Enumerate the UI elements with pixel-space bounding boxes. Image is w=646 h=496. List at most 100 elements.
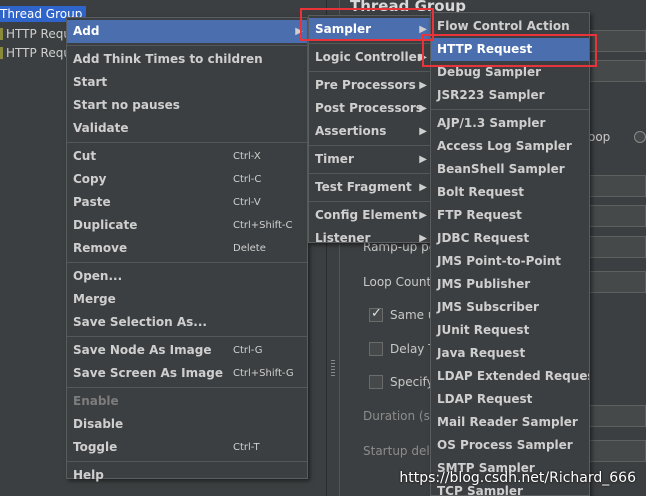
shortcut-label: Ctrl+Shift-C <box>233 220 293 231</box>
menu-item-timer[interactable]: Timer ▶ <box>309 148 431 171</box>
menu-item-label: Java Request <box>437 346 526 360</box>
add-submenu: Sampler ▶ Logic Controller ▶ Pre Processor… <box>308 15 432 245</box>
menu-item-jms-subscriber[interactable]: JMS Subscriber <box>431 296 589 319</box>
menu-item-os-process-sampler[interactable]: OS Process Sampler <box>431 434 589 457</box>
menu-item-label: Mail Reader Sampler <box>437 415 578 429</box>
menu-item-label: FTP Request <box>437 208 522 222</box>
action-radio[interactable] <box>634 131 646 143</box>
menu-item-toggle[interactable]: Toggle Ctrl-T <box>67 436 307 459</box>
shortcut-label: Ctrl-T <box>233 442 260 453</box>
menu-item-paste[interactable]: Paste Ctrl-V <box>67 191 307 214</box>
menu-item-save-selection[interactable]: Save Selection As... <box>67 311 307 334</box>
splitter-grip-icon <box>331 360 335 376</box>
arrow-right-icon: ▶ <box>419 233 427 244</box>
menu-item-pre-processors[interactable]: Pre Processors ▶ <box>309 74 431 97</box>
menu-item-label: Disable <box>73 417 124 431</box>
arrow-right-icon: ▶ <box>419 103 427 114</box>
menu-item-label: LDAP Extended Request <box>437 369 590 383</box>
arrow-right-icon: ▶ <box>419 210 427 221</box>
menu-item-validate[interactable]: Validate <box>67 117 307 140</box>
menu-item-jms-point-to-point[interactable]: JMS Point-to-Point <box>431 250 589 273</box>
menu-item-add[interactable]: Add ▶ <box>67 20 307 43</box>
menu-item-label: Assertions <box>315 124 387 138</box>
arrow-right-icon: ▶ <box>419 154 427 165</box>
tree-node-http-request[interactable]: HTTP Requ <box>0 26 71 42</box>
menu-item-merge[interactable]: Merge <box>67 288 307 311</box>
menu-item-jsr223-sampler[interactable]: JSR223 Sampler <box>431 84 589 107</box>
menu-item-label: BeanShell Sampler <box>437 162 565 176</box>
menu-item-add-think-times[interactable]: Add Think Times to children <box>67 48 307 71</box>
menu-item-post-processors[interactable]: Post Processors ▶ <box>309 97 431 120</box>
menu-item-label: JUnit Request <box>437 323 530 337</box>
menu-item-label: Save Node As Image <box>73 343 212 357</box>
menu-separator <box>309 71 431 72</box>
sampler-submenu: Flow Control Action HTTP Request Debug S… <box>430 12 590 496</box>
menu-item-label: Validate <box>73 121 129 135</box>
menu-item-save-screen-image[interactable]: Save Screen As Image Ctrl+Shift-G <box>67 362 307 385</box>
menu-item-label: Enable <box>73 394 119 408</box>
same-user-checkbox[interactable] <box>369 306 383 322</box>
menu-item-label: Duplicate <box>73 218 138 232</box>
menu-item-remove[interactable]: Remove Delete <box>67 237 307 260</box>
arrow-right-icon: ▶ <box>419 80 427 91</box>
menu-item-mail-reader-sampler[interactable]: Mail Reader Sampler <box>431 411 589 434</box>
menu-item-jms-publisher[interactable]: JMS Publisher <box>431 273 589 296</box>
menu-item-help[interactable]: Help <box>67 464 307 487</box>
menu-item-label: Start no pauses <box>73 98 180 112</box>
annotation-box-http-request <box>422 34 597 67</box>
tree-node-label: HTTP Requ <box>6 27 71 41</box>
menu-item-label: Remove <box>73 241 128 255</box>
menu-item-beanshell-sampler[interactable]: BeanShell Sampler <box>431 158 589 181</box>
delay-checkbox[interactable] <box>369 342 383 356</box>
tree-node-http-request[interactable]: HTTP Requ <box>0 45 71 61</box>
menu-item-label: Paste <box>73 195 111 209</box>
menu-item-label: Cut <box>73 149 97 163</box>
menu-item-duplicate[interactable]: Duplicate Ctrl+Shift-C <box>67 214 307 237</box>
menu-item-label: Toggle <box>73 440 118 454</box>
menu-item-access-log-sampler[interactable]: Access Log Sampler <box>431 135 589 158</box>
menu-item-assertions[interactable]: Assertions ▶ <box>309 120 431 143</box>
menu-separator <box>309 173 431 174</box>
menu-item-label: Logic Controller <box>315 50 423 64</box>
specify-checkbox[interactable] <box>369 375 383 389</box>
menu-item-label: Pre Processors <box>315 78 416 92</box>
menu-item-ldap-request[interactable]: LDAP Request <box>431 388 589 411</box>
menu-separator <box>67 461 307 462</box>
menu-item-label: Add Think Times to children <box>73 52 263 66</box>
menu-item-bolt-request[interactable]: Bolt Request <box>431 181 589 204</box>
menu-item-cut[interactable]: Cut Ctrl-X <box>67 145 307 168</box>
menu-item-label: JSR223 Sampler <box>437 88 545 102</box>
menu-item-disable[interactable]: Disable <box>67 413 307 436</box>
menu-item-jdbc-request[interactable]: JDBC Request <box>431 227 589 250</box>
menu-item-label: JMS Subscriber <box>437 300 539 314</box>
arrow-right-icon: ▶ <box>419 182 427 193</box>
menu-item-ftp-request[interactable]: FTP Request <box>431 204 589 227</box>
menu-item-config-element[interactable]: Config Element ▶ <box>309 204 431 227</box>
menu-item-open[interactable]: Open... <box>67 265 307 288</box>
menu-item-save-node-image[interactable]: Save Node As Image Ctrl-G <box>67 339 307 362</box>
tree-node-label: HTTP Requ <box>6 46 71 60</box>
menu-item-logic-controller[interactable]: Logic Controller ▶ <box>309 46 431 69</box>
menu-item-test-fragment[interactable]: Test Fragment ▶ <box>309 176 431 199</box>
menu-item-label: Copy <box>73 172 107 186</box>
menu-item-label: Open... <box>73 269 123 283</box>
sampler-node-icon <box>0 47 3 59</box>
menu-item-label: JDBC Request <box>437 231 530 245</box>
menu-item-ldap-extended-request[interactable]: LDAP Extended Request <box>431 365 589 388</box>
menu-item-start[interactable]: Start <box>67 71 307 94</box>
shortcut-label: Ctrl+Shift-G <box>233 368 294 379</box>
menu-item-listener[interactable]: Listener ▶ <box>309 227 431 250</box>
menu-item-copy[interactable]: Copy Ctrl-C <box>67 168 307 191</box>
menu-item-label: AJP/1.3 Sampler <box>437 116 546 130</box>
annotation-box-sampler <box>300 8 434 41</box>
menu-separator <box>309 145 431 146</box>
context-menu: Add ▶ Add Think Times to children Start … <box>66 17 308 482</box>
menu-item-junit-request[interactable]: JUnit Request <box>431 319 589 342</box>
delay-label: Delay T <box>390 342 436 356</box>
shortcut-label: Ctrl-X <box>233 151 261 162</box>
menu-item-label: Config Element <box>315 208 418 222</box>
menu-item-start-no-pauses[interactable]: Start no pauses <box>67 94 307 117</box>
menu-item-java-request[interactable]: Java Request <box>431 342 589 365</box>
menu-separator <box>431 109 589 110</box>
menu-item-ajp-sampler[interactable]: AJP/1.3 Sampler <box>431 112 589 135</box>
